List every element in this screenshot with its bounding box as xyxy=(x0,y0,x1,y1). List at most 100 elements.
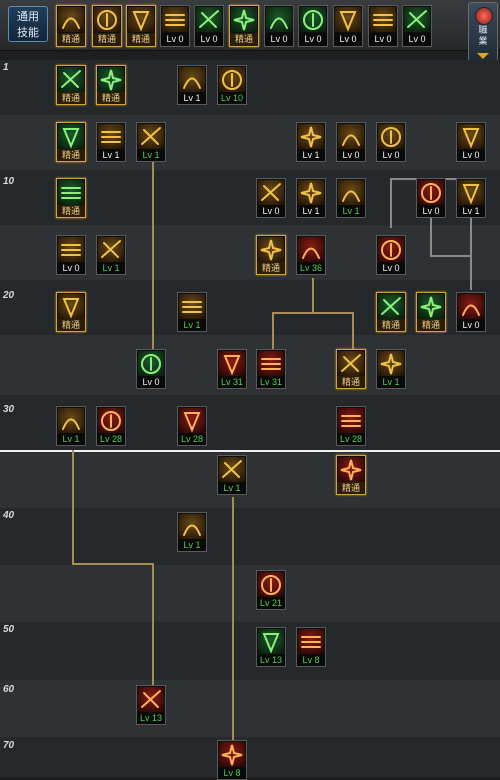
top-skill-icon[interactable]: Lv 0 xyxy=(160,5,190,47)
skill-badge: Lv 31 xyxy=(257,376,285,388)
skill-node[interactable]: Lv 1 xyxy=(296,122,326,162)
top-skill-icon[interactable]: 精通 xyxy=(126,5,156,47)
connector-line xyxy=(272,312,274,350)
skill-node[interactable]: Lv 1 xyxy=(296,178,326,218)
skill-node[interactable]: Lv 31 xyxy=(217,349,247,389)
level-label: 50 xyxy=(3,624,15,635)
skill-node[interactable]: Lv 1 xyxy=(217,455,247,495)
skill-node[interactable]: Lv 28 xyxy=(177,406,207,446)
skill-badge: Lv 13 xyxy=(257,654,285,666)
skill-badge: 精通 xyxy=(127,33,155,46)
skill-node[interactable]: Lv 0 xyxy=(456,122,486,162)
skill-badge: 精通 xyxy=(377,319,405,331)
skill-node[interactable]: Lv 1 xyxy=(456,178,486,218)
skill-node[interactable]: 精通 xyxy=(56,178,86,218)
skill-node[interactable]: Lv 1 xyxy=(136,122,166,162)
connector-line xyxy=(470,225,472,290)
common-skills-label-line2: 技能 xyxy=(17,27,39,39)
skill-badge: Lv 0 xyxy=(403,33,431,46)
skill-node[interactable]: Lv 36 xyxy=(296,235,326,275)
ruby-gem-icon xyxy=(475,7,493,25)
skill-badge: Lv 0 xyxy=(334,33,362,46)
skill-badge: 精通 xyxy=(257,262,285,274)
common-skills-tab[interactable]: 通用 技能 xyxy=(8,6,48,42)
skill-badge: Lv 0 xyxy=(137,376,165,388)
skill-badge: Lv 1 xyxy=(57,433,85,445)
skill-badge: Lv 0 xyxy=(265,33,293,46)
skill-node[interactable]: Lv 1 xyxy=(336,178,366,218)
skill-node[interactable]: Lv 1 xyxy=(96,122,126,162)
skill-node[interactable]: 精通 xyxy=(256,235,286,275)
skill-node[interactable]: Lv 1 xyxy=(96,235,126,275)
tier-band xyxy=(0,737,500,777)
top-skill-icon[interactable]: Lv 0 xyxy=(194,5,224,47)
skill-node[interactable]: Lv 0 xyxy=(416,178,446,218)
skill-node[interactable]: 精通 xyxy=(336,349,366,389)
skill-node[interactable]: Lv 0 xyxy=(256,178,286,218)
skill-node[interactable]: Lv 0 xyxy=(376,122,406,162)
skill-badge: Lv 1 xyxy=(337,205,365,217)
skill-badge: Lv 0 xyxy=(369,33,397,46)
skill-badge: 精通 xyxy=(417,319,445,331)
skill-node[interactable]: Lv 13 xyxy=(256,627,286,667)
skill-badge: Lv 0 xyxy=(377,149,405,161)
top-skill-icon[interactable]: Lv 0 xyxy=(298,5,328,47)
skill-node[interactable]: Lv 1 xyxy=(177,65,207,105)
connector-line xyxy=(152,563,154,689)
skill-badge: Lv 0 xyxy=(337,149,365,161)
top-skill-icon[interactable]: Lv 0 xyxy=(333,5,363,47)
skill-node[interactable]: 精通 xyxy=(56,292,86,332)
skill-badge: Lv 1 xyxy=(97,149,125,161)
skill-node[interactable]: Lv 31 xyxy=(256,349,286,389)
level-label: 40 xyxy=(3,510,15,521)
job-skills-label-line1: 職 xyxy=(478,25,488,35)
skill-node[interactable]: 精通 xyxy=(416,292,446,332)
top-skill-bar: 通用 技能 精通 精通 精通 Lv 0 Lv 0 精通 Lv 0 Lv 0 Lv 0 Lv 0 Lv… xyxy=(0,0,500,51)
connector-line xyxy=(390,178,392,228)
skill-badge: 精通 xyxy=(337,376,365,388)
skill-node[interactable]: Lv 1 xyxy=(376,349,406,389)
top-skill-icon[interactable]: 精通 xyxy=(229,5,259,47)
skill-badge: Lv 0 xyxy=(457,319,485,331)
skill-badge: Lv 8 xyxy=(218,767,246,779)
skill-node[interactable]: 精通 xyxy=(96,65,126,105)
skill-node[interactable]: Lv 8 xyxy=(296,627,326,667)
skill-node[interactable]: Lv 28 xyxy=(336,406,366,446)
skill-node[interactable]: Lv 10 xyxy=(217,65,247,105)
top-skill-icon[interactable]: 精通 xyxy=(92,5,122,47)
skill-node[interactable]: Lv 1 xyxy=(56,406,86,446)
skill-node[interactable]: Lv 0 xyxy=(376,235,406,275)
skill-node[interactable]: 精通 xyxy=(56,65,86,105)
skill-badge: Lv 36 xyxy=(297,262,325,274)
skill-node[interactable]: Lv 1 xyxy=(177,292,207,332)
top-skill-icon[interactable]: Lv 0 xyxy=(402,5,432,47)
level-label: 20 xyxy=(3,290,15,301)
skill-node[interactable]: Lv 13 xyxy=(136,685,166,725)
skill-badge: Lv 8 xyxy=(297,654,325,666)
skill-node[interactable]: Lv 28 xyxy=(96,406,126,446)
level-label: 30 xyxy=(3,404,15,415)
skill-badge: Lv 21 xyxy=(257,597,285,609)
skill-node[interactable]: Lv 0 xyxy=(56,235,86,275)
skill-node[interactable]: 精通 xyxy=(336,455,366,495)
skill-node[interactable]: Lv 0 xyxy=(456,292,486,332)
skill-node[interactable]: 精通 xyxy=(56,122,86,162)
skill-node[interactable]: Lv 0 xyxy=(136,349,166,389)
skill-badge: Lv 1 xyxy=(218,482,246,494)
skill-node[interactable]: Lv 21 xyxy=(256,570,286,610)
tier-band xyxy=(0,680,500,737)
connector-line xyxy=(430,225,432,255)
skill-node[interactable]: Lv 8 xyxy=(217,740,247,780)
skill-tree: 1 10 20 30 40 50 60 70 精通 精通 Lv 1 Lv 10 精通 Lv 1 Lv 1L… xyxy=(0,50,500,780)
skill-badge: 精通 xyxy=(93,33,121,46)
top-skill-icon[interactable]: 精通 xyxy=(56,5,86,47)
connector-line xyxy=(232,497,234,777)
skill-badge: Lv 10 xyxy=(218,92,246,104)
tier-band xyxy=(0,450,500,508)
top-skill-icon[interactable]: Lv 0 xyxy=(264,5,294,47)
top-skill-icon[interactable]: Lv 0 xyxy=(368,5,398,47)
skill-node[interactable]: Lv 1 xyxy=(177,512,207,552)
skill-badge: 精通 xyxy=(337,482,365,494)
skill-node[interactable]: 精通 xyxy=(376,292,406,332)
skill-node[interactable]: Lv 0 xyxy=(336,122,366,162)
